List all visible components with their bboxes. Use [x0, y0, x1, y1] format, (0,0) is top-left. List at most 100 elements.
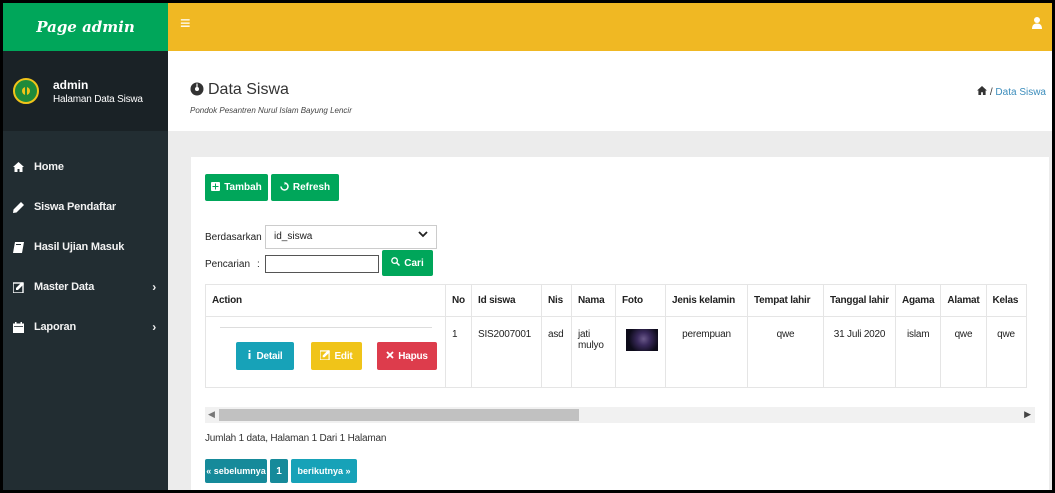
- refresh-icon: [280, 181, 289, 194]
- col-header-no: No: [445, 284, 472, 317]
- content-header: Data Siswa Pondok Pesantren Nurul Islam …: [168, 51, 1052, 131]
- cell-agama: islam: [894, 316, 942, 388]
- pencil-icon: [13, 201, 27, 213]
- delete-button[interactable]: Hapus: [377, 342, 437, 370]
- search-label-colon: :: [257, 259, 260, 270]
- search-input[interactable]: [265, 255, 379, 273]
- close-icon: [386, 350, 394, 362]
- book-icon: [13, 241, 27, 253]
- sidebar-item-hasil-ujian[interactable]: Hasil Ujian Masuk: [3, 227, 168, 267]
- sidebar-menu: Home Siswa Pendaftar Hasil Ujian Masuk M…: [3, 147, 168, 347]
- cell-tempat-lahir: qwe: [747, 316, 824, 388]
- next-page-button[interactable]: berikutnya »: [291, 459, 357, 483]
- cell-id-siswa: SIS2007001: [471, 316, 542, 388]
- cell-tanggal-lahir: 31 Juli 2020: [823, 316, 896, 388]
- cell-nama: jati mulyo: [571, 316, 616, 388]
- cell-foto: [615, 316, 666, 388]
- info-icon: [247, 350, 252, 362]
- pagination-summary: Jumlah 1 data, Halaman 1 Dari 1 Halaman: [205, 433, 387, 444]
- detail-button[interactable]: Detail: [236, 342, 294, 370]
- col-header-tempat-lahir: Tempat lahir: [747, 284, 824, 317]
- cell-alamat: qwe: [940, 316, 987, 388]
- col-header-id-siswa: Id siswa: [471, 284, 542, 317]
- search-button-label: Cari: [404, 257, 424, 269]
- col-header-tanggal-lahir: Tanggal lahir: [823, 284, 896, 317]
- page-title-text: Data Siswa: [208, 81, 289, 98]
- sidebar-item-label: Siswa Pendaftar: [34, 201, 116, 213]
- user-icon[interactable]: [1032, 17, 1042, 32]
- breadcrumb: / Data Siswa: [977, 86, 1046, 98]
- table-header-row: Action No Id siswa Nis Nama Foto Jenis k…: [205, 284, 1027, 317]
- brand-text: Page admin: [36, 18, 135, 36]
- cell-jenis-kelamin: perempuan: [665, 316, 748, 388]
- dashboard-icon: [190, 82, 204, 99]
- breadcrumb-current[interactable]: Data Siswa: [995, 87, 1046, 98]
- filter-select[interactable]: id_siswa: [265, 225, 437, 249]
- calendar-icon: [13, 321, 27, 333]
- scrollbar-thumb[interactable]: [219, 409, 579, 421]
- data-box: Tambah Refresh Berdasarkan : id_siswa Pe…: [191, 157, 1049, 490]
- user-desc: Halaman Data Siswa: [53, 93, 143, 105]
- user-info: admin Halaman Data Siswa: [53, 78, 143, 105]
- col-header-kelas: Kelas: [985, 284, 1027, 317]
- student-photo[interactable]: [626, 329, 658, 351]
- edit-icon: [13, 281, 27, 293]
- plus-square-icon: [211, 181, 221, 194]
- edit-button-label: Edit: [334, 350, 353, 362]
- sidebar-item-laporan[interactable]: Laporan ›: [3, 307, 168, 347]
- filter-selected-value: id_siswa: [274, 231, 313, 242]
- breadcrumb-separator: /: [989, 87, 993, 98]
- sidebar-item-label: Master Data: [34, 281, 95, 293]
- prev-page-button[interactable]: « sebelumnya: [205, 459, 267, 483]
- page-subtitle: Pondok Pesantren Nurul Islam Bayung Lenc…: [190, 106, 352, 115]
- col-header-nis: Nis: [541, 284, 572, 317]
- sidebar-item-siswa-pendaftar[interactable]: Siswa Pendaftar: [3, 187, 168, 227]
- chevron-down-icon: [418, 229, 428, 242]
- sidebar-item-home[interactable]: Home: [3, 147, 168, 187]
- top-navbar: ≡: [168, 3, 1052, 51]
- refresh-button[interactable]: Refresh: [271, 174, 339, 201]
- delete-button-label: Hapus: [398, 350, 428, 362]
- search-icon: [391, 257, 401, 269]
- table-row: Detail Edit Hapus 1 SIS2007001 asd jati …: [205, 316, 1027, 388]
- col-header-nama: Nama: [571, 284, 616, 317]
- edit-button[interactable]: Edit: [311, 342, 362, 370]
- add-button-label: Tambah: [224, 182, 262, 193]
- col-header-foto: Foto: [615, 284, 666, 317]
- action-buttons: Detail Edit Hapus: [220, 327, 437, 370]
- edit-icon: [319, 349, 331, 363]
- cell-nis: asd: [541, 316, 572, 388]
- search-label: Pencarian: [205, 259, 251, 270]
- sidebar-item-label: Home: [34, 161, 64, 173]
- col-header-jenis-kelamin: Jenis kelamin: [665, 284, 748, 317]
- cell-no: 1: [445, 316, 472, 388]
- home-icon[interactable]: [977, 86, 990, 98]
- detail-button-label: Detail: [256, 350, 283, 362]
- sidebar-item-master-data[interactable]: Master Data ›: [3, 267, 168, 307]
- scroll-right-icon[interactable]: ▶: [1024, 409, 1031, 420]
- action-cell: Detail Edit Hapus: [205, 316, 446, 388]
- chevron-right-icon: ›: [152, 320, 156, 334]
- sidebar-item-label: Laporan: [34, 321, 76, 333]
- scroll-left-icon[interactable]: ◀: [208, 409, 215, 420]
- table-wrap: Action No Id siswa Nis Nama Foto Jenis k…: [205, 284, 1035, 404]
- sidebar-item-label: Hasil Ujian Masuk: [34, 241, 125, 253]
- col-header-agama: Agama: [894, 284, 942, 317]
- emblem-icon: [19, 84, 33, 98]
- refresh-button-label: Refresh: [292, 182, 331, 193]
- chevron-right-icon: ›: [152, 280, 156, 294]
- col-header-action: Action: [205, 284, 446, 317]
- hamburger-menu-icon[interactable]: ≡: [180, 13, 191, 34]
- avatar: [13, 78, 39, 104]
- horizontal-scrollbar[interactable]: ◀ ▶: [205, 407, 1035, 423]
- cell-kelas: qwe: [985, 316, 1027, 388]
- search-button[interactable]: Cari: [382, 250, 433, 276]
- data-table: Action No Id siswa Nis Nama Foto Jenis k…: [205, 284, 1027, 388]
- user-name: admin: [53, 77, 89, 92]
- brand-logo[interactable]: Page admin: [3, 3, 168, 51]
- add-button[interactable]: Tambah: [205, 174, 268, 201]
- home-icon: [13, 162, 27, 172]
- filter-by-label: Berdasarkan :: [205, 232, 268, 243]
- col-header-alamat: Alamat: [940, 284, 987, 317]
- page-number-button[interactable]: 1: [270, 459, 288, 483]
